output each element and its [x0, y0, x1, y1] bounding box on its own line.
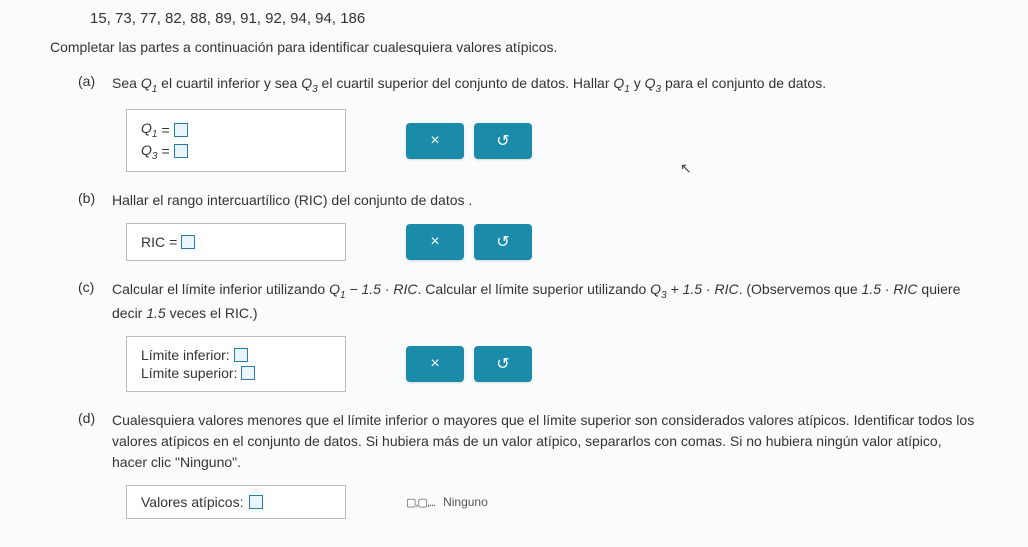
- reset-button[interactable]: ↺: [474, 346, 532, 382]
- part-c-label: (c): [78, 279, 102, 295]
- reset-button[interactable]: ↺: [474, 123, 532, 159]
- part-d-label: (d): [78, 410, 102, 426]
- part-b-text: Hallar el rango intercuartílico (RIC) de…: [112, 190, 978, 211]
- part-c-text: Calcular el límite inferior utilizando Q…: [112, 279, 978, 324]
- part-a: (a) Sea Q1 el cuartil inferior y sea Q3 …: [78, 73, 978, 172]
- q1-input-row: Q1 =: [141, 120, 331, 140]
- ric-input[interactable]: [181, 235, 195, 249]
- lower-limit-row: Límite inferior:: [141, 347, 331, 363]
- close-icon: ×: [430, 132, 439, 150]
- part-a-label: (a): [78, 73, 102, 89]
- close-icon: ×: [430, 233, 439, 251]
- part-a-answer-box: Q1 = Q3 =: [126, 109, 346, 173]
- part-c: (c) Calcular el límite inferior utilizan…: [78, 279, 978, 392]
- clear-button[interactable]: ×: [406, 123, 464, 159]
- part-c-buttons: × ↺: [406, 346, 532, 382]
- ninguno-button[interactable]: Ninguno: [443, 495, 488, 509]
- part-b-label: (b): [78, 190, 102, 206]
- upper-limit-input[interactable]: [241, 366, 255, 380]
- clear-button[interactable]: ×: [406, 346, 464, 382]
- part-b: (b) Hallar el rango intercuartílico (RIC…: [78, 190, 978, 261]
- lower-limit-input[interactable]: [234, 348, 248, 362]
- list-icon[interactable]: ▢,▢,...: [406, 496, 435, 509]
- part-b-answer-box: RIC =: [126, 223, 346, 261]
- reset-icon: ↺: [496, 131, 509, 151]
- reset-icon: ↺: [496, 232, 509, 252]
- q1-input[interactable]: [174, 123, 188, 137]
- part-d-answer-box: Valores atípicos:: [126, 485, 346, 519]
- q3-input[interactable]: [174, 144, 188, 158]
- q3-input-row: Q3 =: [141, 142, 331, 162]
- part-d: (d) Cualesquiera valores menores que el …: [78, 410, 978, 519]
- close-icon: ×: [430, 355, 439, 373]
- part-d-text: Cualesquiera valores menores que el lími…: [112, 410, 978, 473]
- outliers-input[interactable]: [249, 495, 263, 509]
- part-c-answer-box: Límite inferior: Límite superior:: [126, 336, 346, 392]
- data-value-list: 15, 73, 77, 82, 88, 89, 91, 92, 94, 94, …: [50, 10, 978, 27]
- main-instruction: Completar las partes a continuación para…: [50, 39, 978, 55]
- ninguno-row: ▢,▢,... Ninguno: [406, 495, 488, 509]
- reset-button[interactable]: ↺: [474, 224, 532, 260]
- part-a-text: Sea Q1 el cuartil inferior y sea Q3 el c…: [112, 73, 978, 97]
- part-b-buttons: × ↺: [406, 224, 532, 260]
- ric-input-row: RIC =: [141, 234, 331, 250]
- upper-limit-row: Límite superior:: [141, 365, 331, 381]
- part-a-buttons: × ↺: [406, 123, 532, 159]
- clear-button[interactable]: ×: [406, 224, 464, 260]
- reset-icon: ↺: [496, 354, 509, 374]
